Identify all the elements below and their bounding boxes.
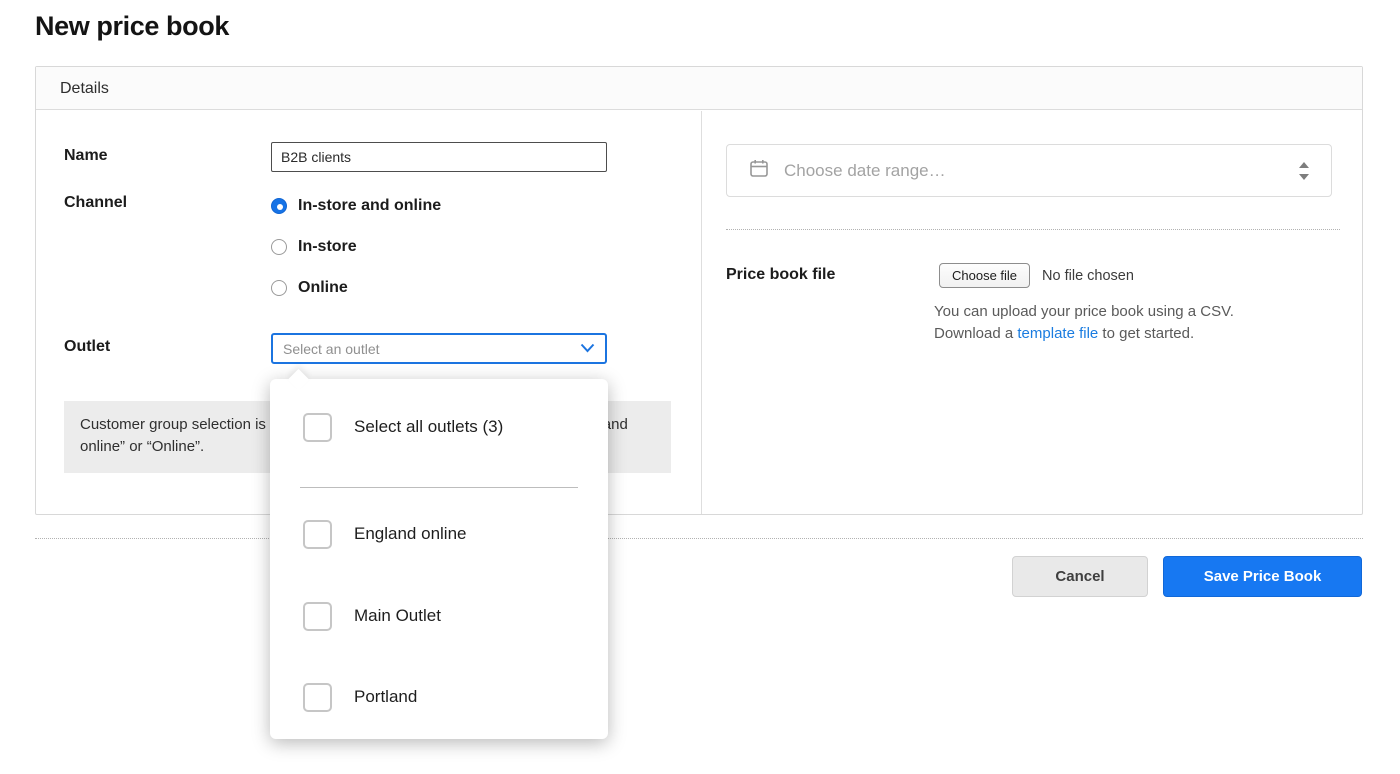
- radio-icon[interactable]: [271, 239, 287, 255]
- checkbox-icon[interactable]: [303, 602, 332, 631]
- dropdown-item-label: Select all outlets (3): [354, 417, 503, 437]
- name-input[interactable]: [271, 142, 607, 172]
- cancel-button[interactable]: Cancel: [1012, 556, 1148, 597]
- dropdown-item-portland[interactable]: Portland: [303, 682, 588, 712]
- dropdown-item-label: England online: [354, 524, 466, 544]
- radio-label: Online: [298, 279, 348, 297]
- save-price-book-button[interactable]: Save Price Book: [1163, 556, 1362, 597]
- file-upload-row: Choose file No file chosen: [939, 263, 1134, 288]
- checkbox-icon[interactable]: [303, 413, 332, 442]
- panel-header: Details: [36, 67, 1362, 110]
- choose-file-button[interactable]: Choose file: [939, 263, 1030, 288]
- date-range-picker[interactable]: Choose date range…: [726, 144, 1332, 197]
- dropdown-item-england-online[interactable]: England online: [303, 519, 588, 549]
- file-help-text: You can upload your price book using a C…: [934, 301, 1284, 345]
- outlet-label: Outlet: [64, 338, 110, 356]
- column-divider: [701, 111, 702, 514]
- file-status-text: No file chosen: [1042, 268, 1134, 284]
- chevron-down-icon: [580, 340, 595, 358]
- details-panel: Details Name Channel In-store and online…: [35, 66, 1363, 515]
- outlet-dropdown: Select all outlets (3) England online Ma…: [270, 379, 608, 739]
- outlet-select[interactable]: Select an outlet: [271, 333, 607, 364]
- help-line-2-after: to get started.: [1098, 325, 1194, 342]
- dropdown-item-main-outlet[interactable]: Main Outlet: [303, 601, 588, 631]
- dropdown-item-label: Portland: [354, 687, 417, 707]
- channel-radio-group: In-store and online In-store Online: [271, 191, 441, 314]
- radio-icon[interactable]: [271, 280, 287, 296]
- radio-icon[interactable]: [271, 198, 287, 214]
- checkbox-icon[interactable]: [303, 683, 332, 712]
- radio-label: In-store and online: [298, 197, 441, 215]
- radio-option-in-store[interactable]: In-store: [271, 232, 441, 262]
- outlet-select-placeholder: Select an outlet: [283, 341, 580, 357]
- footer-divider: [35, 538, 1363, 539]
- calendar-icon: [749, 158, 769, 183]
- date-range-placeholder: Choose date range…: [784, 161, 1299, 181]
- radio-option-online[interactable]: Online: [271, 273, 441, 303]
- chevron-down-icon[interactable]: [1299, 174, 1309, 180]
- radio-option-in-store-and-online[interactable]: In-store and online: [271, 191, 441, 221]
- help-line-2-before: Download a: [934, 325, 1017, 342]
- channel-label: Channel: [64, 194, 127, 212]
- right-column-divider: [726, 229, 1340, 230]
- name-label: Name: [64, 147, 108, 165]
- dropdown-item-select-all[interactable]: Select all outlets (3): [303, 412, 588, 442]
- help-line-1: You can upload your price book using a C…: [934, 303, 1234, 320]
- price-book-file-label: Price book file: [726, 266, 835, 284]
- chevron-up-icon[interactable]: [1299, 162, 1309, 168]
- checkbox-icon[interactable]: [303, 520, 332, 549]
- dropdown-item-label: Main Outlet: [354, 606, 441, 626]
- page-title: New price book: [35, 11, 229, 42]
- radio-label: In-store: [298, 238, 357, 256]
- dropdown-divider: [300, 487, 578, 488]
- template-file-link[interactable]: template file: [1017, 325, 1098, 342]
- spinner-chevrons-icon[interactable]: [1299, 162, 1309, 180]
